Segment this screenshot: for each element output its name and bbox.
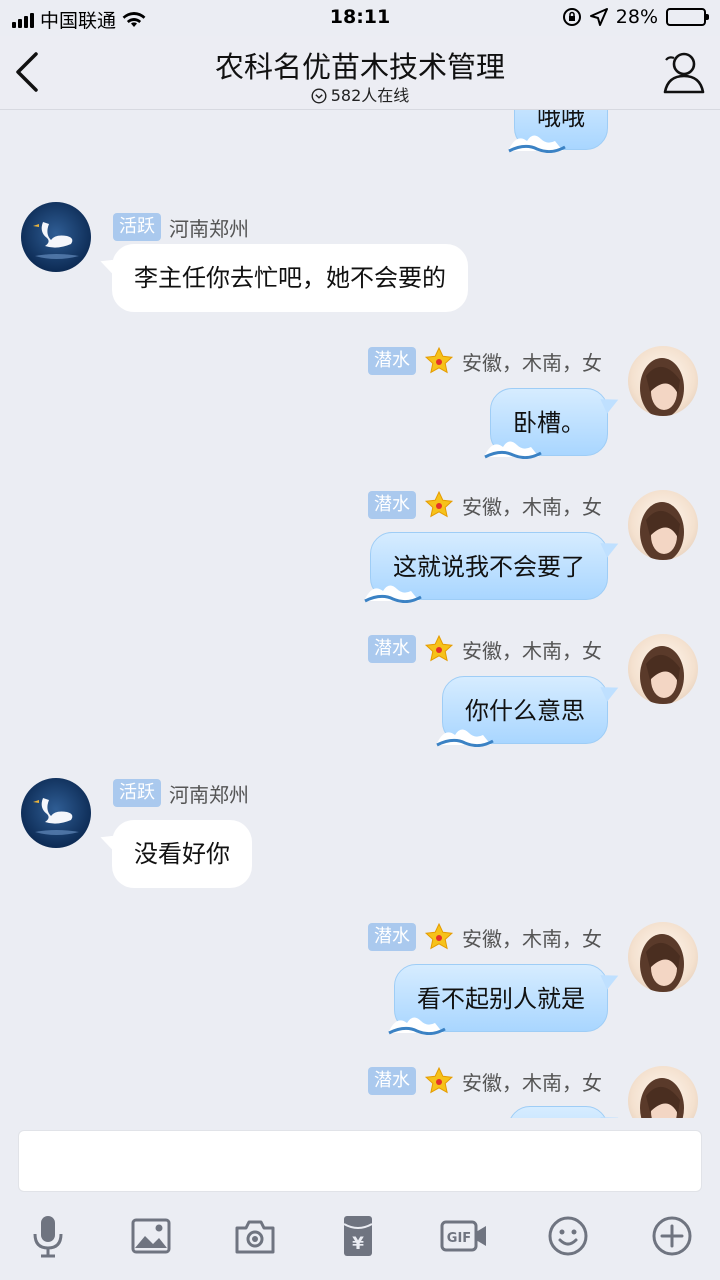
- sender-meta: 活跃 河南郑州: [113, 212, 249, 242]
- wave-decoration-icon: [388, 1017, 446, 1035]
- chat-bubble[interactable]: [508, 1106, 608, 1118]
- person-icon: [663, 52, 705, 94]
- chat-bubble[interactable]: 你什么意思: [436, 676, 608, 747]
- chat-bubble[interactable]: 卧槽。: [484, 388, 608, 459]
- sender-meta: 潜水 安徽，木南，女: [368, 490, 602, 520]
- message-input[interactable]: [18, 1130, 702, 1192]
- svg-text:¥: ¥: [352, 1234, 364, 1254]
- chat-list[interactable]: 南，女 哦哦 活跃 河南郑州 李主任你去忙吧，她不会要的 潜水 安徽，木南，女: [0, 110, 720, 1118]
- chat-bubble[interactable]: 李主任你去忙吧，她不会要的: [112, 244, 468, 312]
- star-icon: [424, 922, 454, 950]
- avatar[interactable]: [21, 778, 91, 848]
- plus-icon: [652, 1216, 692, 1256]
- sender-location: 河南郑州: [169, 782, 249, 807]
- chevron-down-circle-icon: [311, 88, 327, 104]
- star-icon: [424, 1066, 454, 1094]
- online-count[interactable]: 582人在线: [0, 82, 720, 106]
- avatar[interactable]: [21, 202, 91, 272]
- member-badge: 活跃: [113, 779, 161, 807]
- status-right: 28%: [562, 6, 709, 28]
- star-icon: [424, 634, 454, 662]
- svg-text:GIF: GIF: [447, 1231, 471, 1246]
- wave-decoration-icon: [508, 135, 566, 153]
- red-packet-icon: ¥: [343, 1216, 373, 1256]
- battery-percent: 28%: [615, 6, 658, 28]
- gif-button[interactable]: GIF: [440, 1214, 488, 1258]
- sender-meta: 活跃 河南郑州: [113, 778, 249, 808]
- chat-bubble[interactable]: 哦哦: [508, 110, 608, 153]
- member-badge: 潜水: [368, 347, 416, 375]
- battery-icon: [666, 8, 709, 26]
- sender-location: 安徽，木南，女: [462, 926, 602, 951]
- online-count-label: 582人在线: [330, 86, 410, 105]
- mic-icon: [33, 1216, 63, 1258]
- sender-location: 安徽，木南，女: [462, 494, 602, 519]
- avatar[interactable]: [628, 922, 698, 992]
- sender-location: 河南郑州: [169, 216, 249, 241]
- red-packet-button[interactable]: ¥: [336, 1214, 380, 1258]
- sender-location: 安徽，木南，女: [462, 350, 602, 375]
- sender-meta: 潜水 安徽，木南，女: [368, 634, 602, 664]
- member-badge: 潜水: [368, 923, 416, 951]
- location-arrow-icon: [589, 8, 608, 26]
- sender-location: 安徽，木南，女: [462, 1070, 602, 1095]
- star-icon: [424, 490, 454, 518]
- chat-header: 农科名优苗木技术管理 582人在线: [0, 36, 720, 110]
- camera-icon: [235, 1220, 275, 1254]
- emoji-button[interactable]: [546, 1214, 590, 1258]
- wave-decoration-icon: [484, 441, 542, 459]
- gif-icon: GIF: [440, 1220, 486, 1252]
- input-toolbar: ¥ GIF: [0, 1208, 720, 1268]
- emoji-icon: [548, 1216, 588, 1256]
- member-badge: 潜水: [368, 1067, 416, 1095]
- avatar[interactable]: [628, 634, 698, 704]
- voice-button[interactable]: [26, 1214, 70, 1258]
- chat-bubble[interactable]: 没看好你: [112, 820, 252, 888]
- group-members-button[interactable]: [660, 50, 706, 94]
- image-icon: [131, 1218, 171, 1254]
- camera-button[interactable]: [233, 1214, 277, 1258]
- avatar[interactable]: [628, 1066, 698, 1118]
- chat-bubble[interactable]: 看不起别人就是: [388, 964, 608, 1035]
- sender-location: 安徽，木南，女: [462, 638, 602, 663]
- more-button[interactable]: [650, 1214, 694, 1258]
- member-badge: 潜水: [368, 635, 416, 663]
- wave-decoration-icon: [364, 585, 422, 603]
- sender-meta: 潜水 安徽，木南，女: [368, 1066, 602, 1096]
- wave-decoration-icon: [436, 729, 494, 747]
- sender-meta: 潜水 安徽，木南，女: [368, 346, 602, 376]
- message-text: 没看好你: [134, 840, 230, 868]
- avatar[interactable]: [628, 346, 698, 416]
- message-text: 李主任你去忙吧，她不会要的: [134, 264, 446, 292]
- chat-bubble[interactable]: 这就说我不会要了: [364, 532, 608, 603]
- member-badge: 潜水: [368, 491, 416, 519]
- group-title[interactable]: 农科名优苗木技术管理: [0, 44, 720, 86]
- status-bar: 中国联通 18:11 28%: [0, 0, 720, 36]
- star-icon: [424, 346, 454, 374]
- image-button[interactable]: [129, 1214, 173, 1258]
- member-badge: 活跃: [113, 213, 161, 241]
- rotation-lock-icon: [562, 8, 581, 26]
- avatar[interactable]: [628, 490, 698, 560]
- sender-meta: 潜水 安徽，木南，女: [368, 922, 602, 952]
